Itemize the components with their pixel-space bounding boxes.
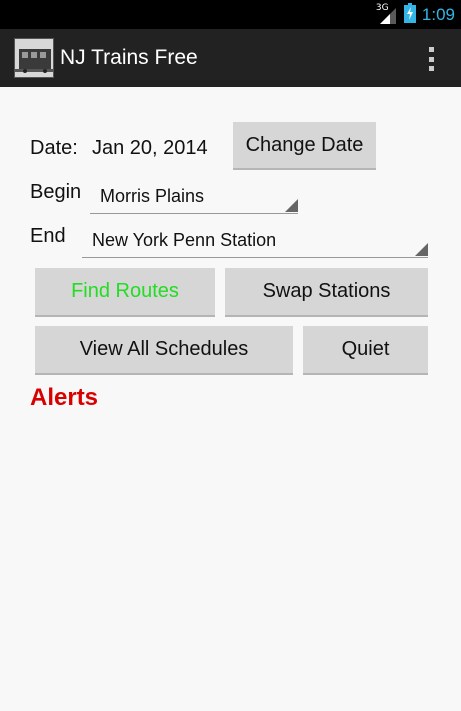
change-date-label: Change Date [245,133,364,156]
quiet-button[interactable]: Quiet [303,326,428,375]
spinner-arrow-icon [415,243,428,256]
alerts-heading: Alerts [30,384,99,411]
end-station-spinner[interactable]: New York Penn Station [82,225,428,258]
find-routes-label: Find Routes [71,280,179,302]
date-label: Date: [30,137,78,159]
begin-station-value: Morris Plains [100,186,205,206]
app-title: NJ Trains Free [60,46,198,69]
begin-station-spinner[interactable]: Morris Plains [90,181,298,214]
clock: 1:09 [421,5,455,24]
battery-charging-icon [403,3,416,27]
view-all-schedules-label: View All Schedules [79,338,249,360]
end-station-value: New York Penn Station [92,230,277,250]
find-routes-button[interactable]: Find Routes [35,268,215,317]
change-date-button[interactable]: Change Date [233,122,376,170]
status-bar: 3G 1:09 [0,0,461,29]
signal-icon: 3G [375,3,398,25]
action-bar: NJ Trains Free [0,29,461,87]
quiet-label: Quiet [341,338,390,360]
swap-stations-button[interactable]: Swap Stations [225,268,428,317]
swap-stations-label: Swap Stations [262,280,391,302]
date-value: Jan 20, 2014 [92,137,208,159]
network-type-label: 3G [375,3,389,13]
spinner-arrow-icon [285,199,298,212]
app-logo-train-icon [14,38,54,78]
status-icons: 3G 1:09 [375,3,455,27]
end-label: End [30,225,66,247]
overflow-menu-icon[interactable] [419,45,443,73]
view-all-schedules-button[interactable]: View All Schedules [35,326,293,375]
begin-label: Begin [30,181,82,203]
